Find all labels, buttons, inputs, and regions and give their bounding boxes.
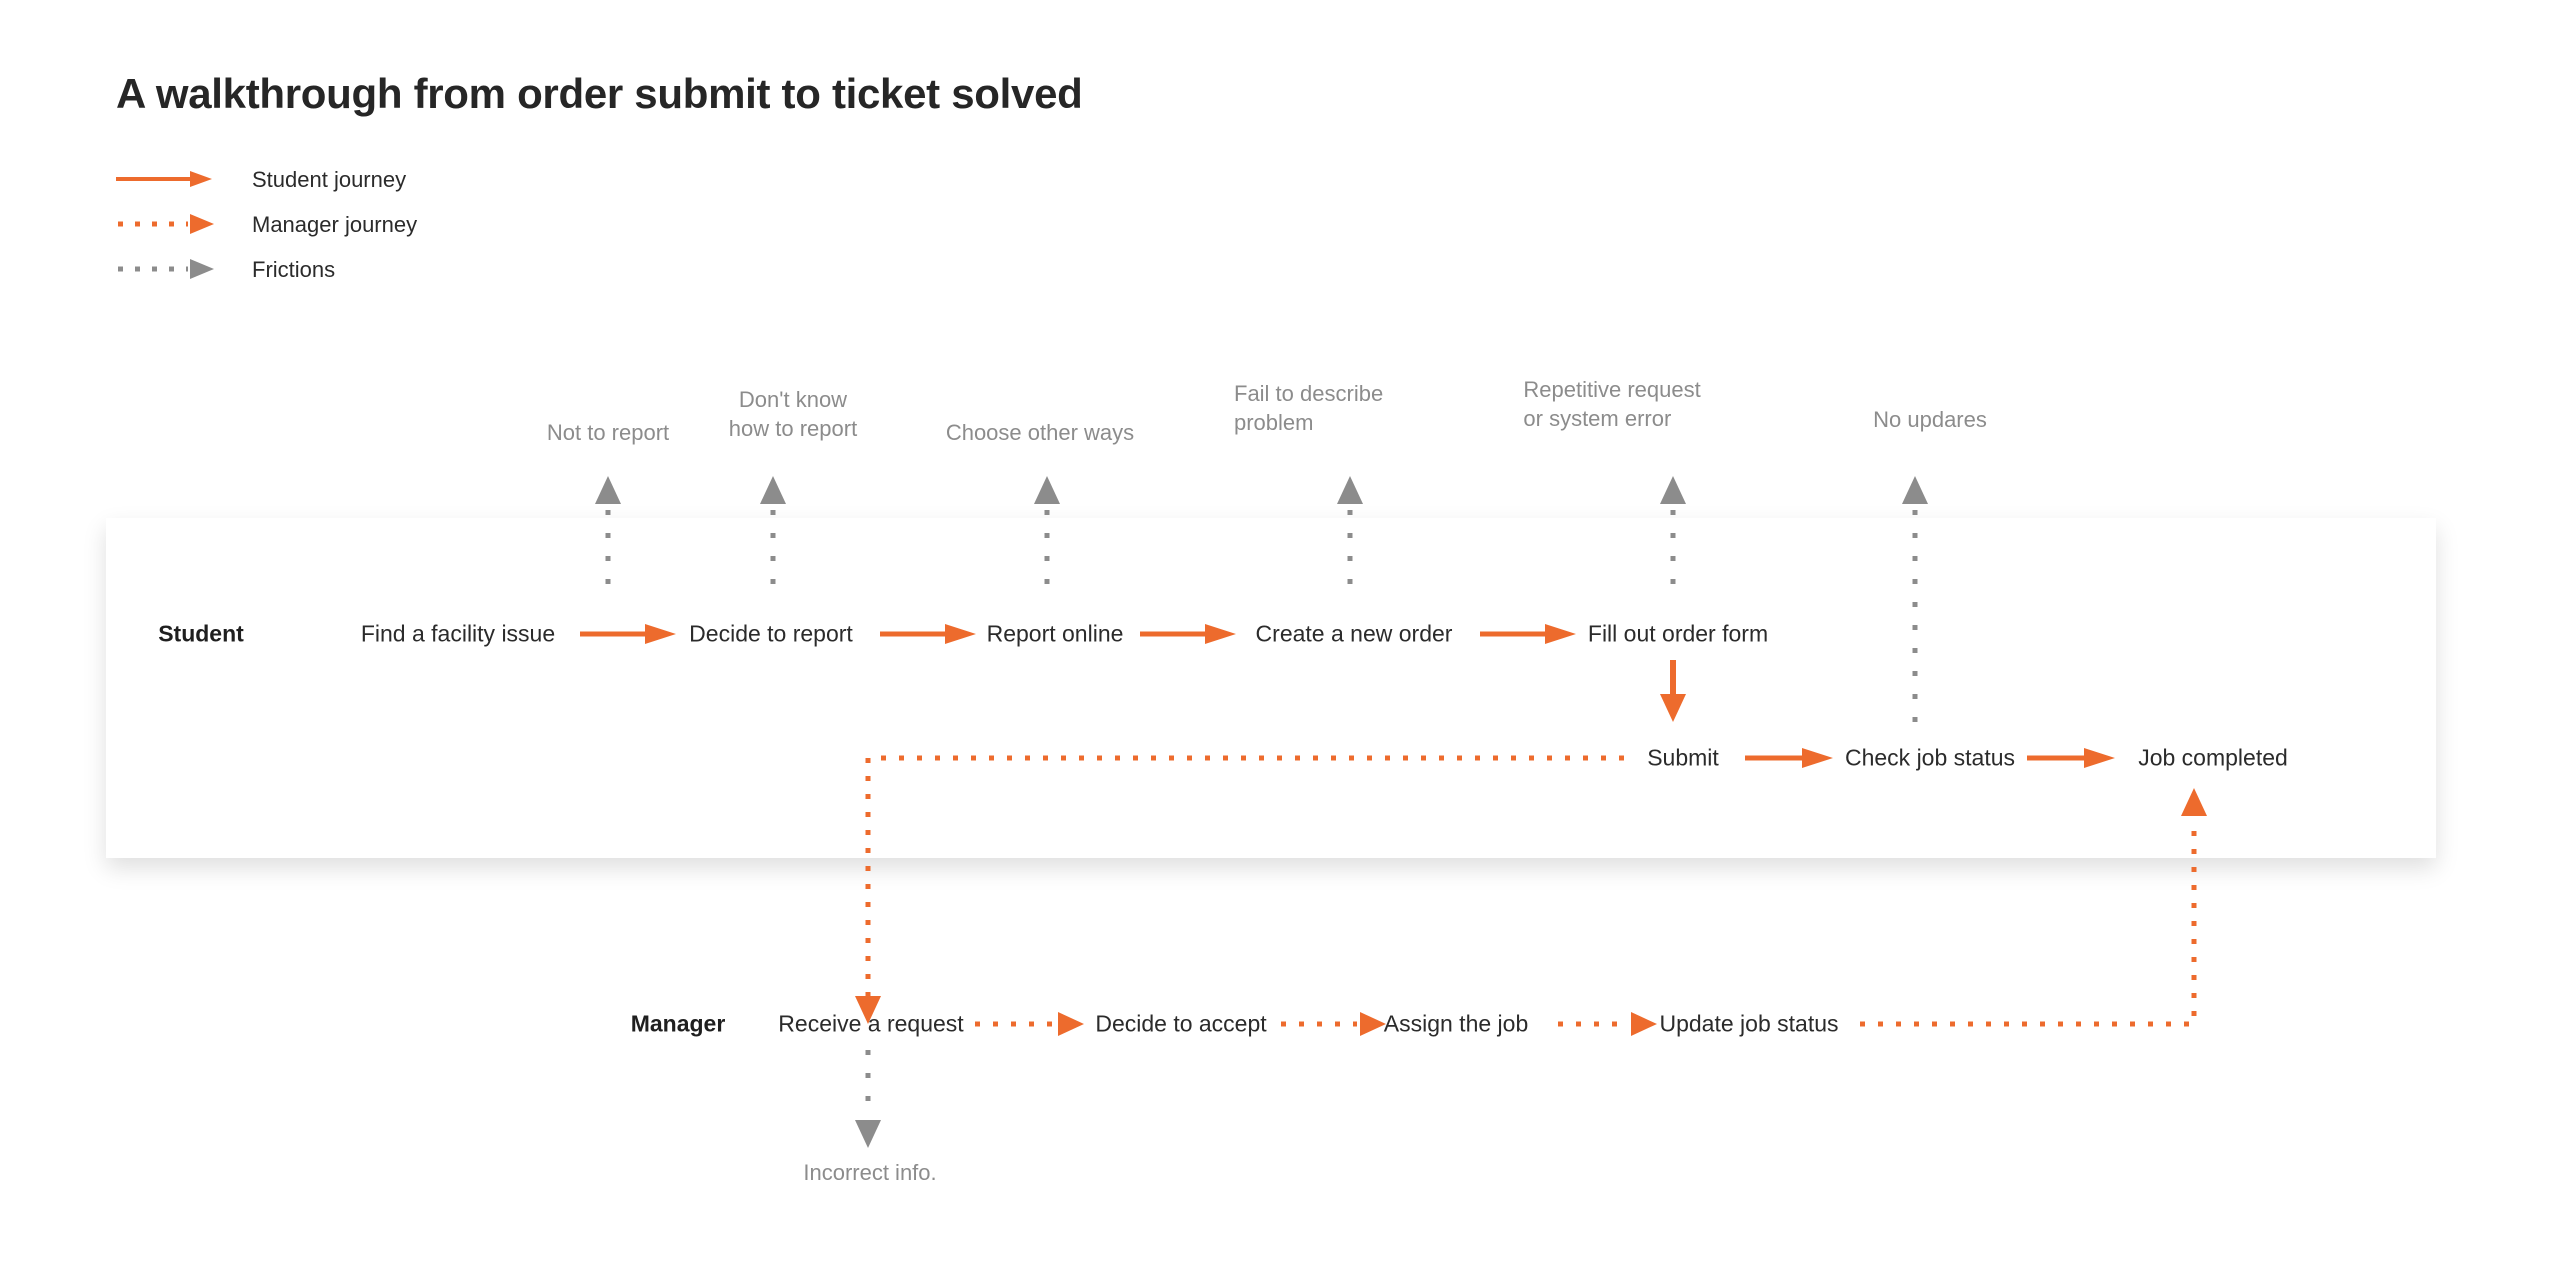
page-title: A walkthrough from order submit to ticke…	[116, 70, 1083, 117]
friction-label-no-updares: No updares	[1873, 407, 1987, 432]
node-submit[interactable]: Submit	[1647, 745, 1719, 772]
node-report-online[interactable]: Report online	[987, 621, 1124, 648]
friction-connector-7	[855, 1050, 881, 1148]
node-job-completed[interactable]: Job completed	[2138, 745, 2288, 772]
node-decide-to-report[interactable]: Decide to report	[689, 621, 853, 648]
friction-label-dont-know-how-to-report: Don't know how to report	[728, 387, 858, 442]
node-find-a-facility-issue[interactable]: Find a facility issue	[361, 621, 555, 648]
legend-label-frictions: Frictions	[252, 257, 336, 282]
friction-label-fail-to-describe-problem: Fail to describe problem	[1234, 381, 1384, 436]
node-create-a-new-order[interactable]: Create a new order	[1256, 621, 1453, 648]
solid-arrow-icon	[116, 168, 216, 190]
legend-label-student-journey: Student journey	[252, 167, 407, 192]
node-update-job-status[interactable]: Update job status	[1659, 1011, 1838, 1038]
dotted-arrow-orange-icon	[116, 213, 216, 235]
lane-label-manager: Manager	[630, 1010, 726, 1037]
node-decide-to-accept[interactable]: Decide to accept	[1095, 1011, 1266, 1038]
node-receive-a-request[interactable]: Receive a request	[778, 1011, 963, 1038]
manager-arrow-1	[975, 1012, 1084, 1036]
manager-arrow-2	[1281, 1012, 1386, 1036]
node-fill-out-order-form[interactable]: Fill out order form	[1588, 621, 1768, 648]
node-check-job-status[interactable]: Check job status	[1845, 745, 2015, 772]
friction-label-incorrect-info: Incorrect info.	[803, 1160, 937, 1185]
legend-label-manager-journey: Manager journey	[252, 212, 418, 237]
manager-arrow-3	[1558, 1012, 1657, 1036]
dotted-arrow-gray-icon	[116, 258, 216, 280]
node-assign-the-job[interactable]: Assign the job	[1384, 1011, 1528, 1038]
journey-card-panel	[106, 518, 2436, 858]
friction-label-choose-other-ways: Choose other ways	[945, 420, 1135, 445]
lane-label-student: Student	[158, 620, 244, 647]
